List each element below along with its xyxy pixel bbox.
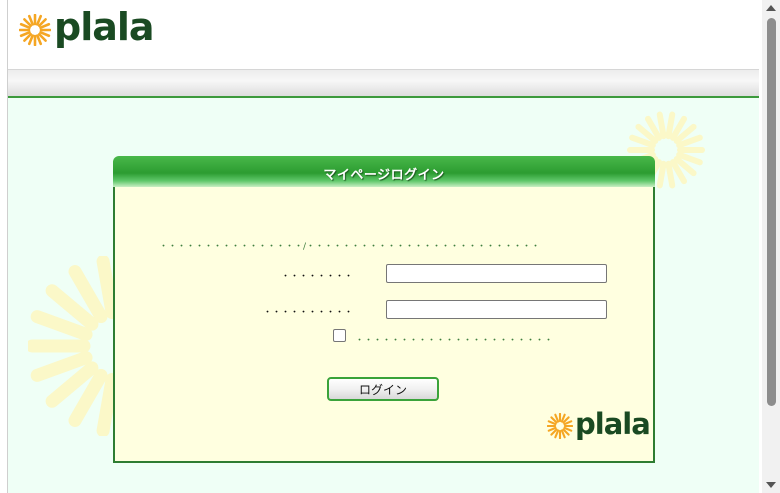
page: plala マイページログイン ・・・・・・・・・・・・・・・・/・・・・・・・… (7, 0, 759, 493)
site-header: plala (8, 0, 759, 70)
userid-label: ・・・・・・・・ (280, 272, 353, 282)
scroll-up-arrow-icon[interactable] (766, 5, 776, 11)
password-input[interactable] (386, 300, 607, 319)
sunflower-icon (19, 14, 51, 46)
remember-checkbox[interactable] (333, 329, 346, 342)
plala-logo[interactable]: plala (19, 8, 155, 46)
nav-band (8, 70, 759, 97)
login-button[interactable]: ログイン (327, 377, 439, 401)
scroll-thumb[interactable] (767, 18, 776, 406)
userid-input[interactable] (386, 264, 607, 283)
logo-text: plala (54, 5, 155, 49)
scroll-down-arrow-icon[interactable] (766, 482, 776, 488)
vertical-scrollbar[interactable] (762, 0, 780, 493)
login-title: マイページログイン (323, 168, 445, 183)
panel-logo-text: plala (575, 406, 651, 441)
main-content: マイページログイン ・・・・・・・・・・・・・・・・/・・・・・・・・・・・・・… (8, 98, 759, 493)
password-label: ・・・・・・・・・・ (262, 308, 353, 318)
login-panel-header: マイページログイン (113, 156, 655, 187)
login-panel: マイページログイン ・・・・・・・・・・・・・・・・/・・・・・・・・・・・・・… (113, 156, 655, 463)
remember-label[interactable]: ・・・・・・・・・・・・・・・・・・・・・・ (355, 333, 553, 346)
login-panel-body: ・・・・・・・・・・・・・・・・/・・・・・・・・・・・・・・・・・・・・・・・… (113, 187, 655, 463)
sunflower-icon (547, 413, 573, 439)
intro-text: ・・・・・・・・・・・・・・・・/・・・・・・・・・・・・・・・・・・・・・・・… (159, 242, 541, 252)
panel-plala-logo: plala (547, 406, 651, 441)
